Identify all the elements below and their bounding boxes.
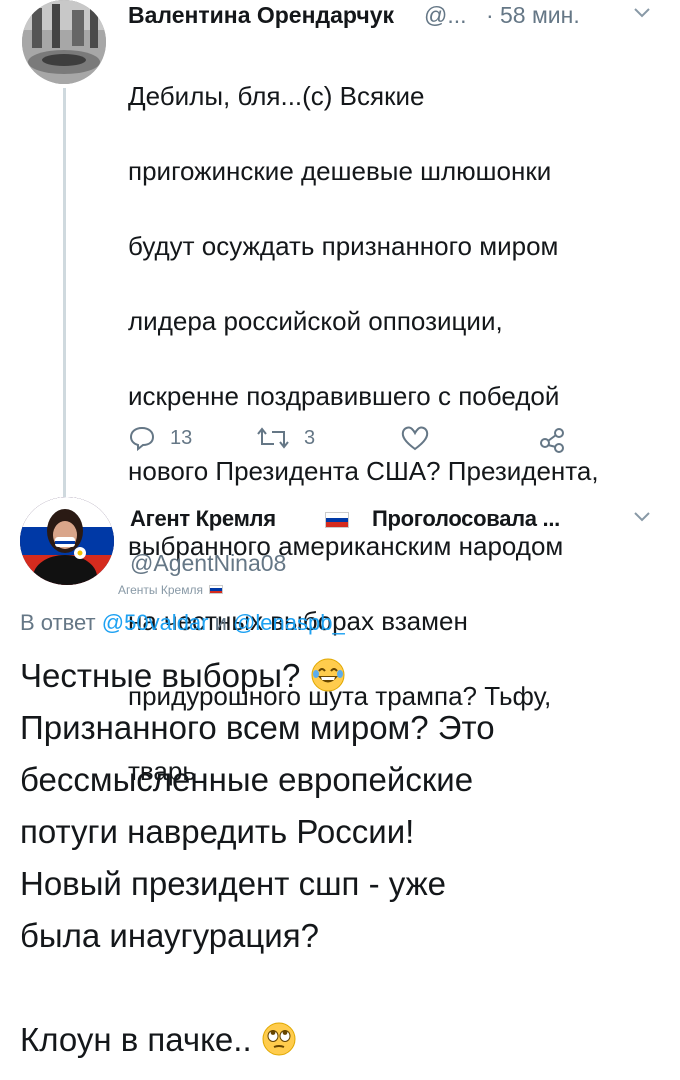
tweet-text-line: потуги навредить России! bbox=[20, 813, 415, 850]
tweet-text-line: пригожинские дешевые шлюшонки bbox=[128, 155, 552, 186]
tweet-text-line: нового Президента США? Президента, bbox=[128, 455, 599, 486]
badge-label: Агенты Кремля bbox=[118, 583, 224, 597]
chevron-down-icon[interactable] bbox=[632, 6, 652, 25]
retweet-button[interactable]: 3 bbox=[256, 424, 315, 452]
retweet-icon bbox=[257, 427, 289, 449]
avatar-image bbox=[22, 0, 106, 84]
author-name[interactable]: Агент Кремля bbox=[130, 506, 276, 532]
author-name[interactable]: Валентина Орендарчук bbox=[128, 2, 394, 29]
reply-count: 13 bbox=[170, 426, 193, 449]
avatar-image bbox=[20, 497, 114, 585]
author-name-suffix[interactable]: Проголосовала ... bbox=[372, 506, 560, 532]
reply-icon bbox=[129, 426, 155, 452]
tweet-text-line: Дебилы, бля...(с) Всякие bbox=[128, 80, 425, 111]
avatar-agent-kremlya[interactable] bbox=[20, 497, 114, 585]
mention-link-50valdar[interactable]: @50valdar bbox=[102, 610, 209, 635]
tweet-text-line bbox=[20, 962, 670, 1014]
replying-prefix: В ответ bbox=[20, 610, 96, 635]
share-button[interactable] bbox=[538, 424, 568, 454]
tweet-text-line: будут осуждать признанного миром bbox=[128, 230, 559, 261]
share-icon bbox=[540, 428, 564, 453]
russian-flag-icon bbox=[209, 585, 224, 594]
laughing-emoji-icon bbox=[311, 658, 345, 692]
tweet-text-line: лидера российской оппозиции, bbox=[128, 305, 503, 336]
chevron-down-icon[interactable] bbox=[632, 510, 652, 529]
mention-link-lenaspb[interactable]: @lenaspb_ bbox=[233, 610, 345, 635]
eye-roll-emoji-icon bbox=[262, 1022, 296, 1056]
thread-line bbox=[63, 88, 66, 498]
tweet-text-line-content: Честные выборы? bbox=[20, 657, 301, 694]
author-handle[interactable]: @AgentNina08 bbox=[130, 550, 286, 577]
reply-button[interactable]: 13 bbox=[128, 424, 192, 452]
replying-and: и bbox=[214, 610, 227, 635]
tweet-text-line: Клоун в пачке.. bbox=[20, 1014, 670, 1066]
replying-to: В ответ @50valdar и @lenaspb_ bbox=[20, 610, 345, 636]
tweet-text-line-content: Клоун в пачке.. bbox=[20, 1021, 252, 1058]
like-icon bbox=[401, 426, 429, 451]
tweet-text-line: Честные выборы? bbox=[20, 650, 670, 702]
tweet-text-line: Признанного всем миром? Это bbox=[20, 709, 495, 746]
tweet-text-line: Новый президент сшп - уже bbox=[20, 865, 447, 902]
separator-dot: · bbox=[486, 2, 494, 28]
tweet-text-line: была инаугурация? bbox=[20, 917, 319, 954]
tweet-text-line: бессмысленные европейские bbox=[20, 761, 474, 798]
retweet-count: 3 bbox=[304, 426, 316, 449]
russian-flag-icon bbox=[325, 512, 349, 528]
author-handle[interactable]: @... bbox=[424, 2, 467, 29]
tweet-text: Честные выборы? Признанного всем миром? … bbox=[20, 650, 670, 1066]
badge-text: Агенты Кремля bbox=[118, 583, 203, 597]
tweet-text-line: искренне поздравившего с победой bbox=[128, 380, 560, 411]
like-button[interactable] bbox=[400, 424, 430, 452]
avatar-valentina[interactable] bbox=[22, 0, 106, 84]
tweet-time[interactable]: 58 мин. bbox=[500, 2, 580, 29]
